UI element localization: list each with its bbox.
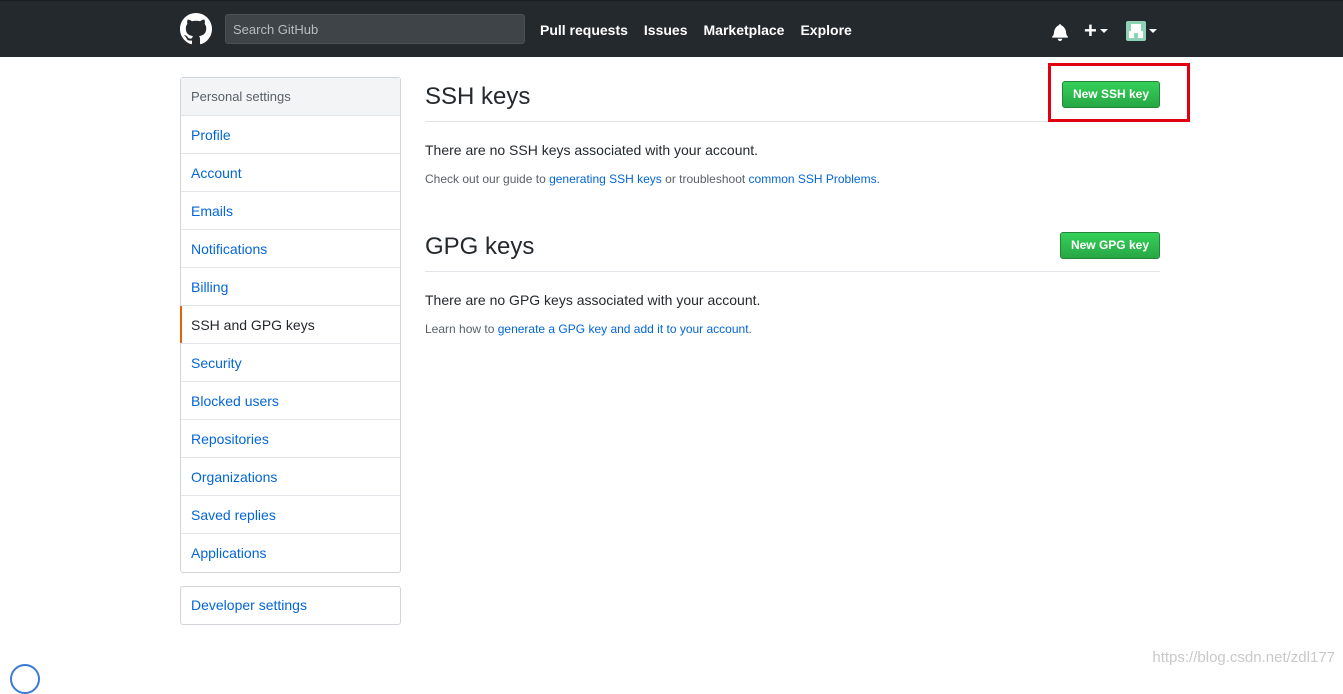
create-new-dropdown[interactable]: + — [1084, 19, 1114, 43]
nav-marketplace[interactable]: Marketplace — [704, 22, 785, 38]
gpg-blank-message: There are no GPG keys associated with yo… — [425, 292, 760, 308]
sidebar-item-developer-settings[interactable]: Developer settings — [181, 587, 400, 624]
chevron-down-icon — [1149, 29, 1157, 33]
settings-sidebar: Personal settings Profile Account Emails… — [180, 77, 401, 573]
chevron-down-icon — [1100, 29, 1108, 33]
avatar — [1126, 21, 1146, 41]
corner-circle-decoration — [10, 664, 40, 694]
sidebar-item-emails[interactable]: Emails — [181, 192, 400, 230]
gpg-help-note: Learn how to generate a GPG key and add … — [425, 322, 752, 336]
sidebar-item-blocked-users[interactable]: Blocked users — [181, 382, 400, 420]
annotation-highlight — [1048, 63, 1190, 122]
sidebar-item-account[interactable]: Account — [181, 154, 400, 192]
github-logo-icon[interactable] — [180, 13, 212, 45]
nav-explore[interactable]: Explore — [800, 22, 851, 38]
ssh-note-prefix: Check out our guide to — [425, 172, 549, 186]
ssh-help-note: Check out our guide to generating SSH ke… — [425, 172, 880, 186]
header-nav: Pull requests Issues Marketplace Explore — [540, 1, 868, 58]
search-input[interactable] — [225, 14, 525, 44]
ssh-blank-message: There are no SSH keys associated with yo… — [425, 142, 758, 158]
sidebar-item-applications[interactable]: Applications — [181, 534, 400, 572]
gpg-section-title: GPG keys — [425, 233, 534, 261]
generate-gpg-key-link[interactable]: generate a GPG key and add it to your ac… — [498, 322, 749, 336]
ssh-note-middle: or troubleshoot — [662, 172, 749, 186]
sidebar-heading: Personal settings — [181, 78, 400, 116]
sidebar-item-profile[interactable]: Profile — [181, 116, 400, 154]
global-header: Pull requests Issues Marketplace Explore… — [0, 0, 1343, 57]
sidebar-item-repositories[interactable]: Repositories — [181, 420, 400, 458]
common-ssh-problems-link[interactable]: common SSH Problems — [749, 172, 877, 186]
new-gpg-key-button[interactable]: New GPG key — [1060, 232, 1160, 259]
gpg-note-prefix: Learn how to — [425, 322, 498, 336]
ssh-note-suffix: . — [877, 172, 880, 186]
ssh-section-title: SSH keys — [425, 83, 530, 111]
generating-ssh-keys-link[interactable]: generating SSH keys — [549, 172, 662, 186]
sidebar-item-saved-replies[interactable]: Saved replies — [181, 496, 400, 534]
watermark: https://blog.csdn.net/zdl177 — [1152, 649, 1335, 666]
developer-sidebar: Developer settings — [180, 586, 401, 625]
sidebar-item-ssh-gpg-keys[interactable]: SSH and GPG keys — [181, 306, 400, 344]
gpg-section-header: GPG keys New GPG key — [425, 227, 1160, 272]
gpg-note-suffix: . — [749, 322, 752, 336]
user-menu-dropdown[interactable] — [1126, 20, 1162, 42]
bell-icon[interactable] — [1052, 23, 1068, 41]
sidebar-item-organizations[interactable]: Organizations — [181, 458, 400, 496]
sidebar-item-security[interactable]: Security — [181, 344, 400, 382]
sidebar-item-notifications[interactable]: Notifications — [181, 230, 400, 268]
plus-icon: + — [1084, 20, 1097, 42]
sidebar-item-billing[interactable]: Billing — [181, 268, 400, 306]
nav-issues[interactable]: Issues — [644, 22, 688, 38]
nav-pull-requests[interactable]: Pull requests — [540, 22, 628, 38]
